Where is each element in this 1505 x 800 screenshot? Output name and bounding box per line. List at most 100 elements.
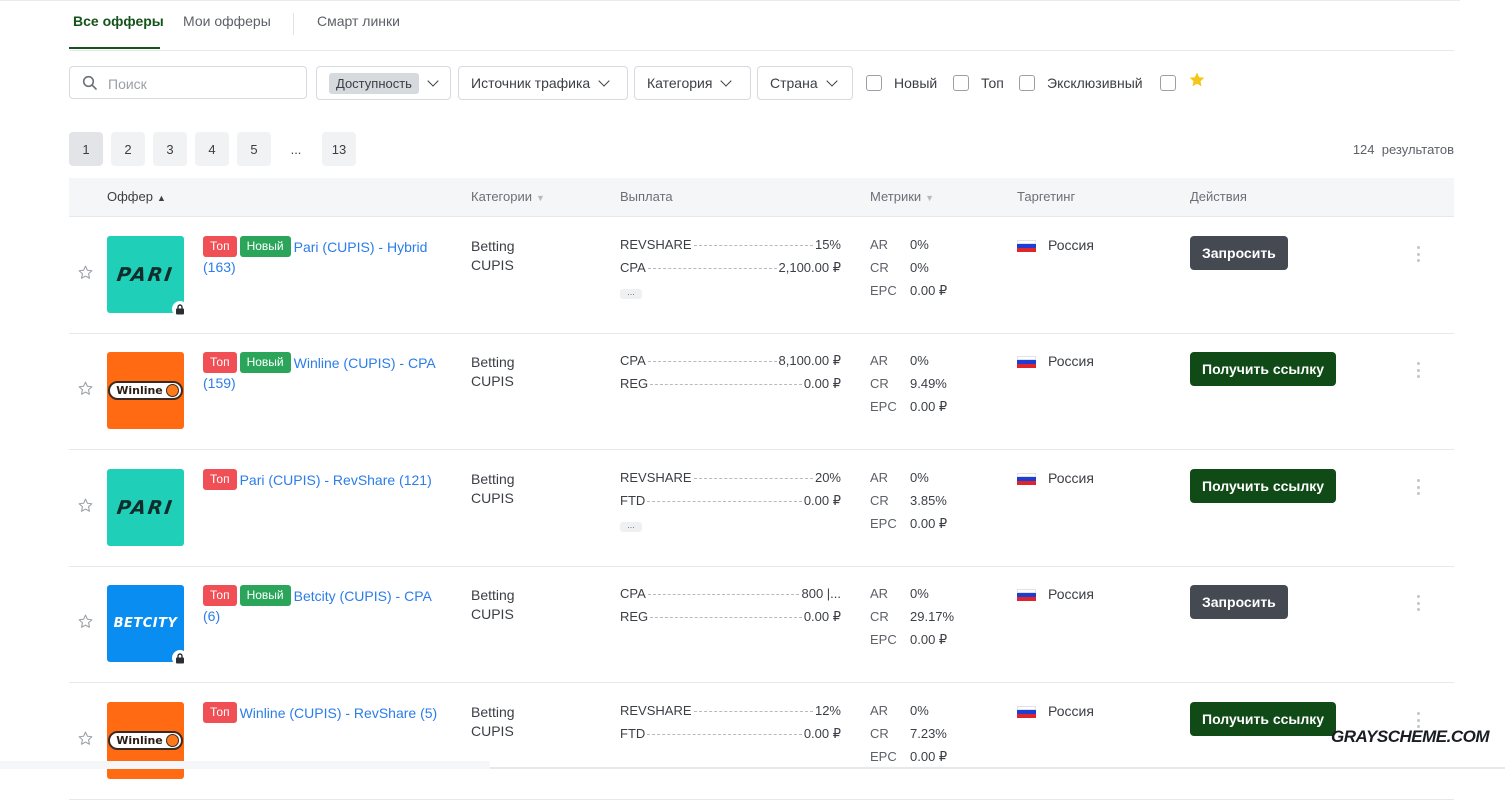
page-1[interactable]: 1 <box>69 132 103 166</box>
russia-flag-icon <box>1017 239 1036 253</box>
tab-smart-links[interactable]: Смарт линки <box>317 13 400 29</box>
results-count: 124 результатов <box>1352 142 1454 157</box>
get-link-button[interactable]: Получить ссылку <box>1190 352 1337 386</box>
availability-chip: Доступность <box>329 72 419 94</box>
checkbox-top[interactable] <box>953 75 969 91</box>
russia-flag-icon <box>1017 355 1036 369</box>
checkbox-exclusive[interactable] <box>1019 75 1035 91</box>
favorite-star-icon[interactable] <box>77 497 94 517</box>
checkbox-exclusive-label: Эксклюзивный <box>1047 75 1143 91</box>
offer-payouts: CPA 800 |... REG 0.00 ₽ <box>620 586 841 632</box>
traffic-source-dropdown[interactable]: Источник трафика <box>458 66 628 100</box>
favorite-star-icon[interactable] <box>77 613 94 633</box>
country-name: Россия <box>1048 703 1094 719</box>
checkbox-new[interactable] <box>866 75 882 91</box>
metric-ar-value: 0% <box>910 586 929 601</box>
offer-title-link[interactable]: Pari (CUPIS) - Hybrid (163) <box>203 239 427 275</box>
header-categories[interactable]: Категории ▼ <box>471 189 545 204</box>
get-link-button[interactable]: Получить ссылку <box>1190 702 1337 736</box>
country-name: Россия <box>1048 470 1094 486</box>
more-actions-icon[interactable] <box>1413 477 1423 497</box>
offer-metrics: AR 0% CR 9.49% EPC 0.00 ₽ <box>870 353 947 422</box>
top-badge: Топ <box>203 469 237 490</box>
request-button[interactable]: Запросить <box>1190 585 1288 619</box>
page-3[interactable]: 3 <box>153 132 187 166</box>
country-dropdown[interactable]: Страна <box>757 66 853 100</box>
metric-cr-label: CR <box>870 609 889 624</box>
metric-ar-label: AR <box>870 237 889 252</box>
table-row: PARI Топ Новый Pari (CUPIS) - Hybrid (163) B… <box>69 217 1454 334</box>
payout-value: 0.00 ₽ <box>803 726 841 741</box>
tab-my-offers[interactable]: Мои офферы <box>183 13 271 29</box>
country-name: Россия <box>1048 586 1094 602</box>
metric-cr-label: CR <box>870 493 889 508</box>
payout-line: CPA 2,100.00 ₽ <box>620 260 841 283</box>
offer-title-link[interactable]: Winline (CUPIS) - RevShare (5) <box>240 705 438 721</box>
checkbox-favorite[interactable] <box>1160 75 1176 91</box>
more-actions-icon[interactable] <box>1413 244 1423 264</box>
payout-line: REG 0.00 ₽ <box>620 609 841 632</box>
availability-dropdown[interactable]: Доступность <box>316 66 451 100</box>
more-actions-icon[interactable] <box>1413 360 1423 380</box>
russia-flag-icon <box>1017 472 1036 486</box>
metric-cr-label: CR <box>870 260 889 275</box>
offer-logo[interactable]: BETCITY <box>107 585 188 666</box>
active-tab-indicator <box>69 47 160 49</box>
offer-metrics: AR 0% CR 0% EPC 0.00 ₽ <box>870 237 947 306</box>
category-dropdown[interactable]: Категория <box>634 66 751 100</box>
favorite-star-icon[interactable] <box>77 380 94 400</box>
offer-title-block: Топ Новый Pari (CUPIS) - Hybrid (163) <box>203 236 448 277</box>
offer-logo[interactable]: PARI <box>107 236 188 317</box>
favorite-star-icon[interactable] <box>77 264 94 284</box>
offer-logo[interactable]: PARI <box>107 469 184 546</box>
header-metrics[interactable]: Метрики ▼ <box>870 189 934 204</box>
offer-logo[interactable]: Winline <box>107 352 184 429</box>
sort-asc-icon: ▲ <box>156 193 166 203</box>
tab-all-offers[interactable]: Все офферы <box>73 13 164 29</box>
offer-title-block: Топ Pari (CUPIS) - RevShare (121) <box>203 469 448 490</box>
payout-line: REVSHARE 12% <box>620 703 841 726</box>
offer-categories: Betting CUPIS <box>471 471 515 506</box>
payout-value: 800 |... <box>801 586 841 601</box>
search-input[interactable] <box>106 73 300 95</box>
favorite-star-icon[interactable] <box>77 730 94 750</box>
payout-value: 8,100.00 ₽ <box>778 353 842 368</box>
more-payouts-button[interactable]: ... <box>620 288 642 299</box>
brand-logo-text: PARI <box>115 496 176 519</box>
request-button[interactable]: Запросить <box>1190 236 1288 270</box>
top-badge: Топ <box>203 236 237 257</box>
page-5[interactable]: 5 <box>237 132 271 166</box>
brand-logo-text: PARI <box>115 263 176 286</box>
offer-targeting: Россия <box>1017 470 1094 486</box>
payout-type: FTD <box>620 726 646 741</box>
offer-title-block: Топ Winline (CUPIS) - RevShare (5) <box>203 702 448 723</box>
metric-epc-value: 0.00 ₽ <box>910 399 948 414</box>
offer-targeting: Россия <box>1017 703 1094 719</box>
metric-cr-label: CR <box>870 726 889 741</box>
table-row: Winline Топ Новый Winline (CUPIS) - CPA (15… <box>69 333 1454 450</box>
header-offer[interactable]: Оффер ▲ <box>107 189 166 204</box>
payout-line: REVSHARE 20% <box>620 470 841 493</box>
offer-title-link[interactable]: Pari (CUPIS) - RevShare (121) <box>240 472 432 488</box>
page-4[interactable]: 4 <box>195 132 229 166</box>
new-badge: Новый <box>239 352 291 373</box>
payout-line: REG 0.00 ₽ <box>620 376 841 399</box>
metric-ar-label: AR <box>870 470 889 485</box>
offer-title-link[interactable]: Winline (CUPIS) - CPA (159) <box>203 355 435 391</box>
metric-ar-value: 0% <box>910 237 929 252</box>
payout-type: REG <box>620 376 649 391</box>
country-name: Россия <box>1048 237 1094 253</box>
chevron-down-icon <box>598 75 610 87</box>
metric-ar-value: 0% <box>910 353 929 368</box>
header-payout: Выплата <box>620 189 673 204</box>
get-link-button[interactable]: Получить ссылку <box>1190 469 1337 503</box>
offer-title-block: Топ Новый Betcity (CUPIS) - CPA (6) <box>203 585 448 626</box>
offer-metrics: AR 0% CR 3.85% EPC 0.00 ₽ <box>870 470 947 539</box>
more-actions-icon[interactable] <box>1413 593 1423 613</box>
offer-categories: Betting CUPIS <box>471 587 515 622</box>
page-13[interactable]: 13 <box>322 132 356 166</box>
offer-title-link[interactable]: Betcity (CUPIS) - CPA (6) <box>203 588 431 624</box>
offer-categories: Betting CUPIS <box>471 704 515 739</box>
page-2[interactable]: 2 <box>111 132 145 166</box>
more-payouts-button[interactable]: ... <box>620 521 642 532</box>
